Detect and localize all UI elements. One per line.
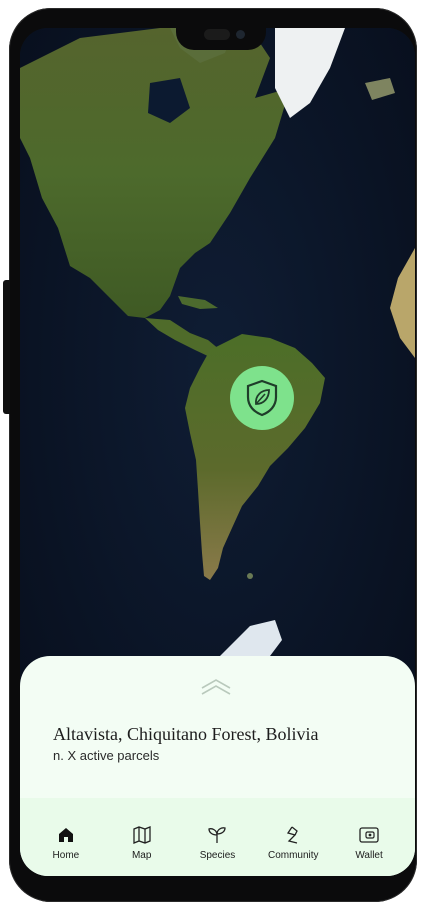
community-icon: [283, 824, 303, 846]
shield-leaf-icon: [246, 379, 278, 417]
nav-item-home[interactable]: Home: [31, 798, 101, 861]
nav-item-wallet[interactable]: Wallet: [334, 798, 404, 861]
location-subtitle: n. X active parcels: [53, 748, 160, 763]
nav-item-species[interactable]: Species: [182, 798, 252, 861]
phone-notch: [176, 20, 266, 50]
map-icon: [132, 824, 152, 846]
nav-label-map: Map: [131, 850, 152, 861]
phone-side-button: [3, 280, 10, 414]
nav-item-map[interactable]: Map: [107, 798, 177, 861]
chevron-up-double-icon[interactable]: [200, 678, 232, 696]
project-location-marker[interactable]: [230, 366, 294, 430]
nav-item-community[interactable]: Community: [258, 798, 328, 861]
location-title: Altavista, Chiquitano Forest, Bolivia: [53, 724, 319, 744]
bottom-navigation: Home Map Species Community Wallet: [20, 798, 415, 876]
nav-label-species: Species: [199, 850, 236, 861]
location-sheet[interactable]: Altavista, Chiquitano Forest, Bolivia n.…: [20, 656, 415, 876]
home-icon: [57, 824, 75, 846]
nav-label-home: Home: [52, 850, 80, 861]
nav-label-wallet: Wallet: [355, 850, 383, 861]
front-camera: [236, 30, 245, 39]
sprout-icon: [207, 824, 227, 846]
app-screen: Altavista, Chiquitano Forest, Bolivia n.…: [20, 28, 415, 876]
falkland-islands: [247, 573, 253, 579]
nav-label-community: Community: [267, 850, 319, 861]
speaker-grille: [204, 29, 230, 40]
wallet-icon: [358, 824, 380, 846]
